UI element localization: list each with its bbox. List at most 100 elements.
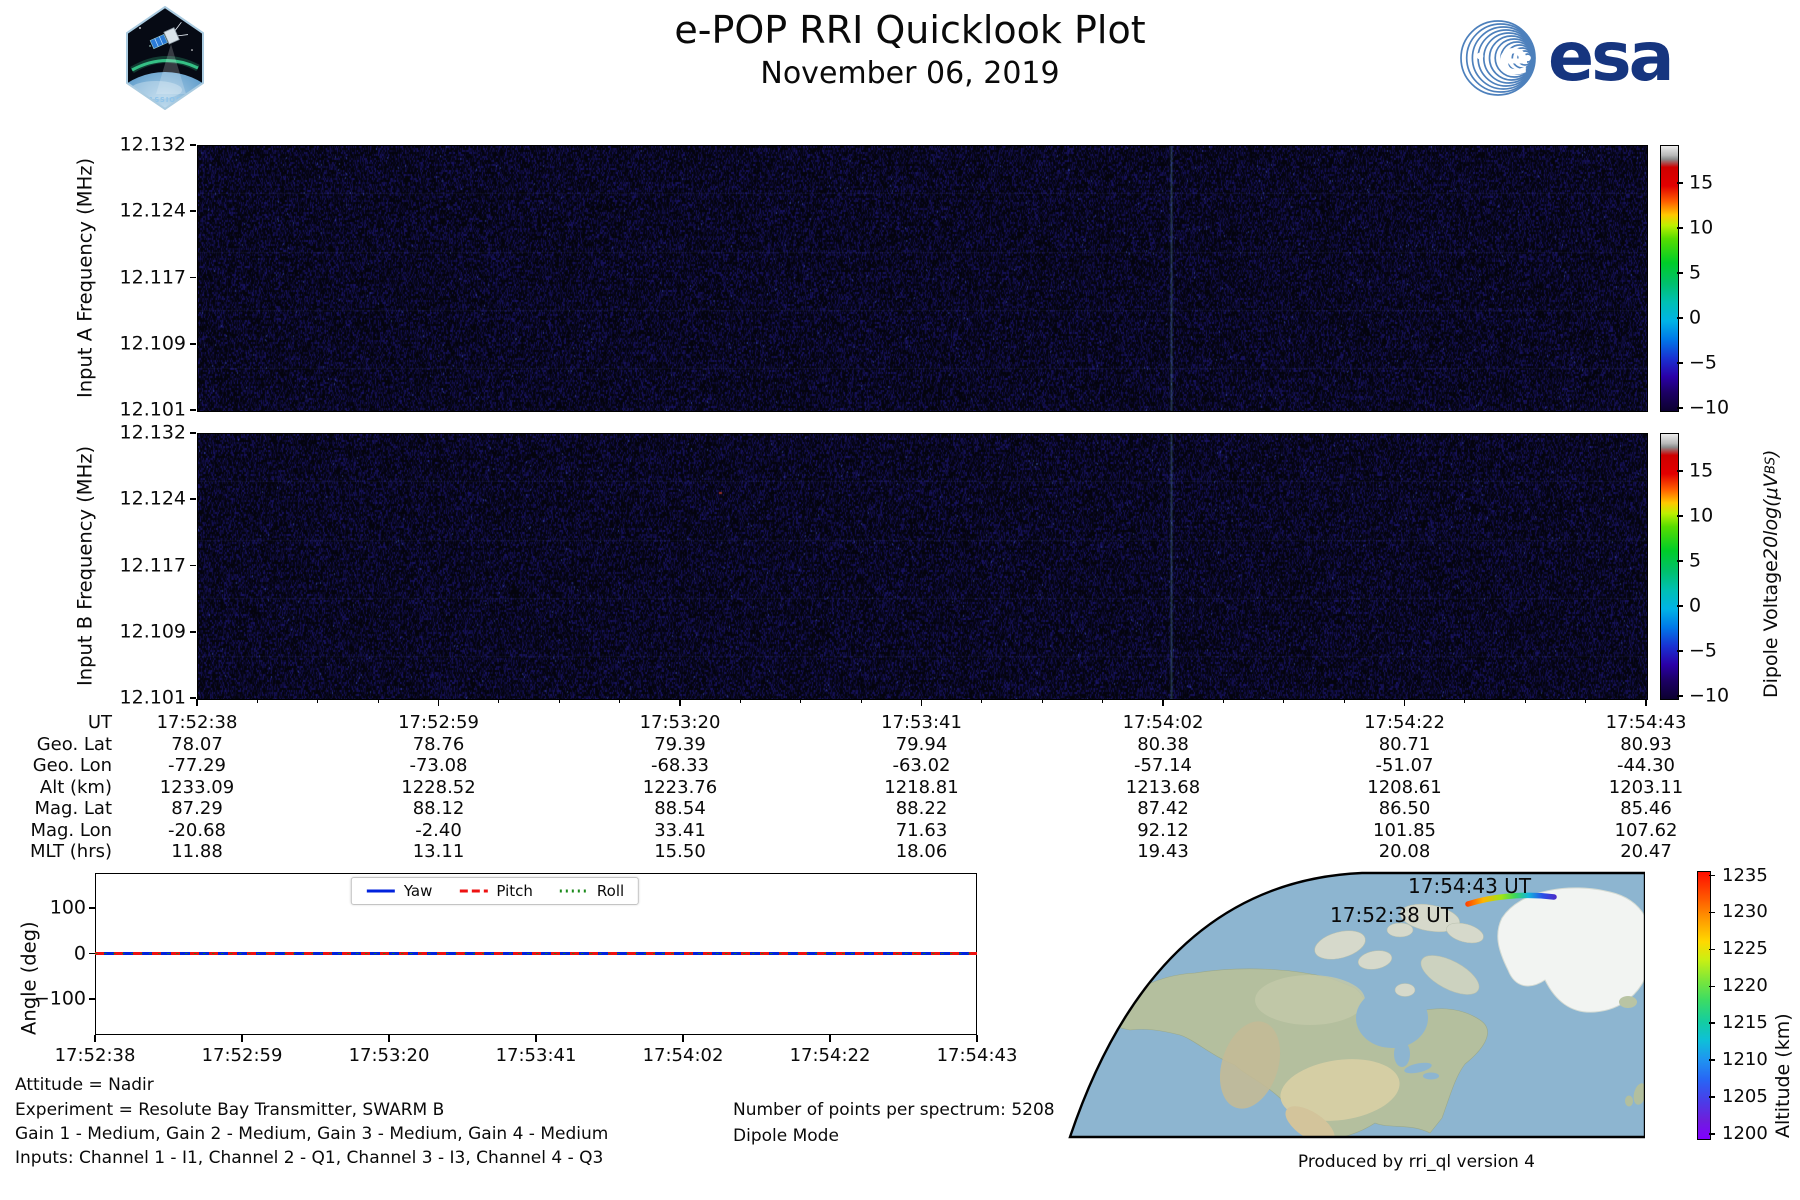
colorbar-tick-mark bbox=[1677, 560, 1683, 562]
freq-tick-mark bbox=[190, 564, 196, 567]
angle-xtick-label: 17:53:41 bbox=[495, 1045, 577, 1066]
ephemeris-value: 13.11 bbox=[412, 841, 465, 862]
altitude-tick-mark bbox=[1709, 911, 1715, 914]
esa-logo-dot bbox=[1476, 52, 1484, 60]
colorbar-tick-mark bbox=[1677, 227, 1683, 229]
time-minor-tick-mark bbox=[800, 699, 802, 703]
freq-tick-mark bbox=[190, 498, 196, 501]
dipole-colorbar-label-math: 20log(μV bbox=[1760, 474, 1782, 561]
altitude-tick-label: 1220 bbox=[1722, 975, 1768, 997]
freq-tick-mark bbox=[190, 144, 196, 146]
spectrogram-input-a-canvas bbox=[198, 146, 1647, 411]
ephemeris-value: 101.85 bbox=[1373, 819, 1436, 841]
ephemeris-value: 18.06 bbox=[895, 841, 948, 862]
track-end-time-label: 17:54:43 UT bbox=[1408, 874, 1532, 898]
spectrogram-input-b bbox=[197, 433, 1648, 700]
legend-line-sample bbox=[459, 889, 488, 893]
angle-xtick-mark bbox=[535, 1035, 537, 1042]
ephemeris-value: 1228.52 bbox=[401, 776, 476, 798]
ephemeris-value: 20.47 bbox=[1620, 841, 1672, 862]
colorbar-tick-mark bbox=[1677, 362, 1683, 364]
altitude-tick-label: 1210 bbox=[1722, 1049, 1768, 1071]
colorbar-tick-mark bbox=[1677, 407, 1683, 409]
esa-logo-e: e bbox=[1498, 31, 1529, 85]
ephemeris-value: 78.76 bbox=[412, 733, 465, 755]
freq-tick-mark bbox=[190, 342, 196, 345]
points-per-spectrum-note: Number of points per spectrum: 5208 bbox=[733, 1100, 1055, 1120]
time-tick-mark bbox=[1162, 699, 1164, 706]
time-minor-tick-mark bbox=[558, 699, 560, 703]
dipole-colorbar-b bbox=[1660, 433, 1679, 700]
freq-tick-label: 12.132 bbox=[119, 133, 186, 156]
esa-wordmark: esa bbox=[1548, 18, 1674, 97]
colorbar-tick-label: −10 bbox=[1689, 684, 1730, 707]
freq-tick-mark bbox=[190, 276, 196, 279]
ephemeris-value: 107.62 bbox=[1614, 819, 1678, 841]
angle-xtick-label: 17:54:43 bbox=[936, 1045, 1018, 1066]
track-start-time-label: 17:52:38 UT bbox=[1330, 903, 1454, 927]
ground-track-map bbox=[1068, 871, 1645, 1139]
time-minor-tick-mark bbox=[1464, 699, 1466, 703]
angle-ytick-label: 0 bbox=[73, 942, 86, 964]
ut-tick-label: 17:54:43 bbox=[1605, 712, 1687, 733]
ephemeris-value: 19.43 bbox=[1137, 841, 1189, 862]
ephemeris-value: 85.46 bbox=[1620, 798, 1672, 819]
ephemeris-value: 11.88 bbox=[171, 841, 223, 862]
time-minor-tick-mark bbox=[1283, 699, 1285, 703]
altitude-tick-mark bbox=[1709, 948, 1715, 951]
colorbar-tick-mark bbox=[1677, 695, 1683, 697]
colorbar-tick-label: 0 bbox=[1689, 306, 1702, 329]
ut-tick-label: 17:52:59 bbox=[398, 712, 479, 733]
altitude-tick-mark bbox=[1709, 874, 1715, 877]
angle-xtick-label: 17:53:20 bbox=[348, 1045, 430, 1066]
ephemeris-value: -73.08 bbox=[409, 755, 468, 776]
legend-line-sample bbox=[366, 889, 395, 893]
time-minor-tick-mark bbox=[981, 699, 983, 703]
angle-xtick-label: 17:52:38 bbox=[54, 1045, 136, 1066]
freq-tick-label: 12.109 bbox=[119, 332, 186, 355]
time-minor-tick-mark bbox=[1343, 699, 1345, 703]
attitude-note: Attitude = Nadir bbox=[15, 1075, 154, 1095]
freq-tick-label: 12.117 bbox=[119, 266, 186, 288]
roll-line bbox=[95, 953, 977, 955]
ut-tick-label: 17:54:22 bbox=[1364, 712, 1445, 733]
altitude-tick-mark bbox=[1709, 1022, 1715, 1025]
ephemeris-value: -20.68 bbox=[167, 819, 227, 841]
colorbar-tick-label: −5 bbox=[1689, 351, 1718, 374]
angle-xtick-label: 17:54:22 bbox=[789, 1045, 871, 1066]
time-minor-tick-mark bbox=[619, 699, 621, 703]
ephemeris-value: 86.50 bbox=[1378, 798, 1431, 819]
quicklook-figure: CASSIOPE e-POP RRI Quicklook Plot Novemb… bbox=[0, 0, 1800, 1200]
time-minor-tick-mark bbox=[739, 699, 741, 703]
ephemeris-value: 33.41 bbox=[654, 819, 706, 841]
page-subtitle: November 06, 2019 bbox=[760, 56, 1060, 91]
colorbar-tick-label: 15 bbox=[1689, 459, 1714, 482]
dipole-colorbar-label-text: Dipole Voltage bbox=[1760, 560, 1782, 698]
angle-ytick-label: 100 bbox=[49, 896, 86, 919]
freq-tick-label: 12.109 bbox=[119, 620, 186, 643]
altitude-tick-label: 1235 bbox=[1722, 864, 1768, 886]
ut-tick-label: 17:54:02 bbox=[1122, 712, 1204, 733]
map-hudson-bay bbox=[1356, 988, 1428, 1048]
freq-tick-mark bbox=[190, 697, 196, 699]
ephemeris-value: -77.29 bbox=[167, 755, 227, 776]
colorbar-tick-label: 10 bbox=[1689, 216, 1714, 239]
freq-tick-label: 12.124 bbox=[119, 199, 186, 222]
ephemeris-value: -68.33 bbox=[650, 755, 710, 776]
ephemeris-value: 1208.61 bbox=[1367, 776, 1442, 798]
colorbar-tick-label: 5 bbox=[1689, 261, 1702, 284]
angle-xtick-mark bbox=[682, 1035, 684, 1042]
freq-tick-mark bbox=[190, 409, 196, 411]
colorbar-tick-label: −10 bbox=[1689, 396, 1730, 419]
altitude-tick-mark bbox=[1709, 1133, 1715, 1135]
colorbar-tick-mark bbox=[1677, 272, 1683, 274]
colorbar-tick-label: −5 bbox=[1689, 639, 1718, 662]
legend-label: Pitch bbox=[496, 882, 533, 900]
altitude-colorbar-label: Altitude (km) bbox=[1772, 1013, 1794, 1138]
legend-item-roll: Roll bbox=[559, 882, 624, 900]
ephemeris-value: -51.07 bbox=[1375, 755, 1434, 776]
angle-ytick-mark bbox=[89, 998, 95, 1000]
ephemeris-value: 80.93 bbox=[1620, 733, 1672, 755]
angle-ytick-mark bbox=[89, 952, 95, 955]
altitude-tick-label: 1200 bbox=[1722, 1123, 1768, 1145]
